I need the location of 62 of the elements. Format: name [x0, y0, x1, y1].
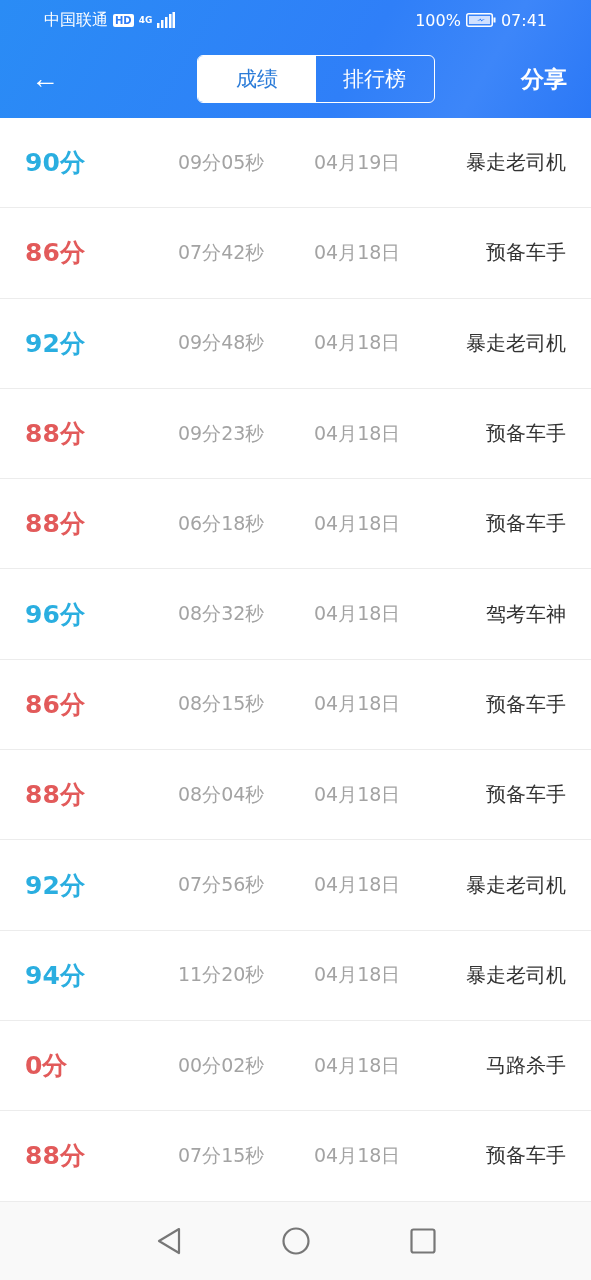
signal-icon [157, 12, 176, 28]
score-text: 88分 [25, 1140, 86, 1173]
duration-text: 07分42秒 [178, 239, 266, 265]
date-text: 04月18日 [314, 872, 401, 897]
carrier-name: 中国联通 [44, 9, 108, 31]
duration-text: 09分23秒 [178, 420, 266, 446]
back-button[interactable]: ← [30, 63, 60, 95]
score-text: 88分 [25, 779, 86, 812]
score-text: 90分 [25, 147, 86, 180]
duration-text: 08分32秒 [178, 601, 266, 627]
duration-text: 11分20秒 [178, 962, 266, 988]
clock: 07:41 [500, 10, 547, 30]
duration-text: 07分56秒 [178, 872, 266, 897]
score-text: 96分 [25, 598, 86, 631]
rank-title: 暴走老司机 [466, 149, 566, 177]
duration-text: 07分15秒 [178, 1142, 266, 1168]
date-text: 04月18日 [314, 691, 401, 717]
tab[interactable]: 排行榜 [315, 56, 434, 102]
rank-title: 暴走老司机 [466, 329, 566, 357]
score-text: 88分 [25, 508, 86, 541]
date-text: 04月18日 [314, 962, 401, 988]
rank-title: 预备车手 [486, 1142, 566, 1170]
date-text: 04月18日 [314, 1142, 401, 1168]
rank-title: 暴走老司机 [466, 961, 566, 989]
hd-badge: HD [113, 13, 134, 27]
score-text: 86分 [25, 688, 86, 721]
rank-title: 预备车手 [486, 420, 566, 448]
duration-text: 08分04秒 [178, 781, 266, 807]
score-text: 92分 [25, 869, 86, 902]
rank-title: 预备车手 [486, 690, 566, 718]
score-text: 86分 [25, 237, 86, 270]
score-text: 94分 [25, 959, 86, 992]
date-text: 04月18日 [314, 601, 401, 627]
score-text: 88分 [25, 418, 86, 451]
date-text: 04月18日 [314, 781, 401, 807]
rank-title: 马路杀手 [486, 1052, 566, 1080]
rank-title: 预备车手 [486, 781, 566, 809]
rank-title: 预备车手 [486, 510, 566, 538]
duration-text: 09分05秒 [178, 149, 266, 175]
rank-title: 驾考车神 [486, 600, 566, 628]
score-text: 92分 [25, 327, 86, 360]
share-button[interactable]: 分享 [521, 63, 567, 95]
date-text: 04月18日 [314, 420, 401, 446]
date-text: 04月18日 [314, 330, 401, 356]
date-text: 04月18日 [314, 510, 401, 536]
duration-text: 00分02秒 [178, 1052, 266, 1078]
recents-nav-icon[interactable] [409, 1228, 436, 1254]
tab[interactable]: 成绩 [197, 56, 316, 102]
score-text: 0分 [25, 1050, 69, 1083]
date-text: 04月18日 [314, 1052, 401, 1078]
battery-percent: 100% [415, 10, 461, 30]
home-nav-icon[interactable] [281, 1227, 310, 1255]
battery-icon [465, 13, 496, 27]
duration-text: 06分18秒 [178, 510, 266, 536]
date-text: 04月19日 [314, 149, 401, 175]
duration-text: 08分15秒 [178, 691, 266, 717]
rank-title: 暴走老司机 [466, 871, 566, 899]
network-type: 4G [138, 15, 153, 25]
back-nav-icon[interactable] [155, 1227, 182, 1255]
date-text: 04月18日 [314, 239, 401, 265]
duration-text: 09分48秒 [178, 330, 266, 356]
rank-title: 预备车手 [486, 239, 566, 267]
